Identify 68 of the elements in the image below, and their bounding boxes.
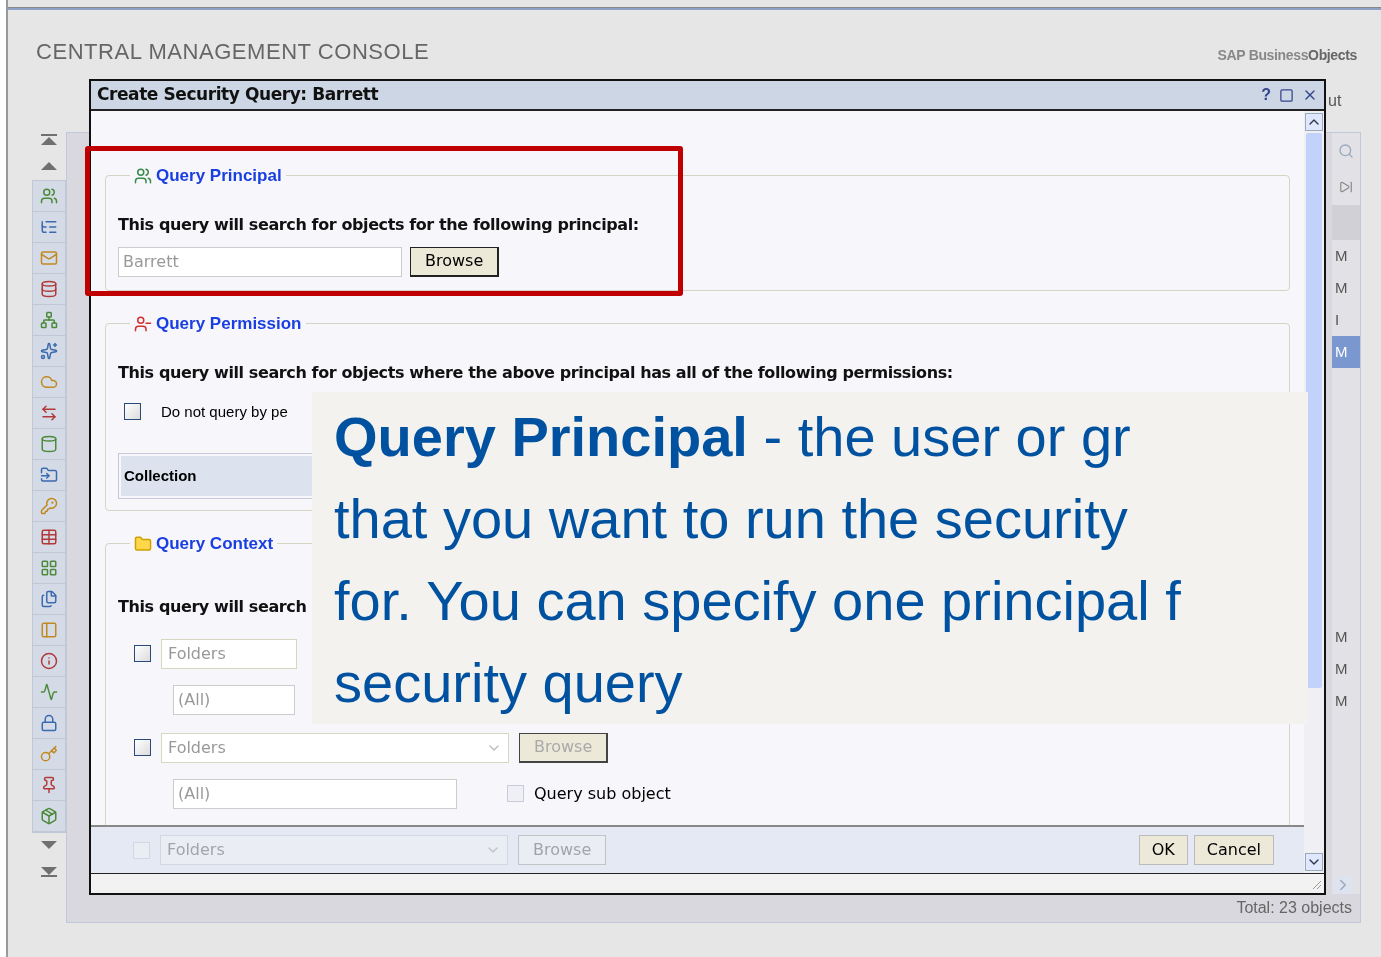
table-cell-text: M — [1334, 658, 1349, 679]
path-field[interactable]: (All) — [173, 778, 457, 809]
type-dropdown[interactable]: Folders — [161, 638, 297, 669]
table-cell-text: M — [1334, 277, 1349, 298]
dialog-button[interactable]: Cancel — [1193, 835, 1274, 865]
principal-field[interactable]: Barrett — [118, 246, 402, 277]
top-arrow-icon[interactable] — [40, 134, 58, 146]
dialog-button[interactable]: OK — [1138, 835, 1188, 865]
section-title: Query Permission — [156, 313, 302, 335]
app-title: CENTRAL MANAGEMENT CONSOLE — [36, 38, 430, 66]
network-icon[interactable] — [40, 311, 58, 329]
section-title: Query Context — [156, 533, 274, 555]
checkbox[interactable] — [134, 739, 151, 756]
list-icon[interactable] — [40, 218, 58, 236]
key-icon[interactable] — [40, 745, 58, 763]
prompt-text: This query will search for objects for the following principal: — [118, 213, 640, 236]
folder-icon — [134, 534, 152, 553]
files-icon[interactable] — [40, 590, 58, 608]
logo: SAP BusinessObjects — [1217, 46, 1357, 65]
prompt-text: This query will search — [118, 595, 307, 618]
checkbox-label: Query sub object — [534, 782, 671, 805]
lock-icon[interactable] — [40, 714, 58, 732]
up-arrow-icon[interactable] — [40, 160, 58, 172]
panel-icon[interactable] — [40, 621, 58, 639]
grid-icon[interactable] — [40, 559, 58, 577]
info-icon[interactable] — [40, 652, 58, 670]
key-icon[interactable] — [40, 497, 58, 515]
table-cell-text: M — [1334, 690, 1349, 711]
cylinder-icon[interactable] — [40, 435, 58, 453]
envelope-icon[interactable] — [40, 249, 58, 267]
scroll-down-icon[interactable] — [1305, 853, 1323, 871]
last-page-icon[interactable] — [1339, 179, 1353, 194]
table-cell-text: M — [1334, 626, 1349, 647]
pin-icon[interactable] — [40, 776, 58, 794]
status-text: Total: 23 objects — [1236, 898, 1352, 918]
header-link[interactable]: ut — [1328, 89, 1342, 113]
caption-text: security query — [334, 650, 684, 716]
prompt-text: This query will search for objects where the above principal has all of the following permissions: — [118, 361, 954, 384]
checkbox[interactable] — [134, 645, 151, 662]
maximize-icon[interactable] — [1279, 87, 1294, 103]
dialog-title: Create Security Query: Barrett — [97, 83, 379, 107]
down-arrow-icon[interactable] — [40, 839, 58, 851]
cloud-icon[interactable] — [40, 373, 58, 391]
help-button[interactable]: ? — [1261, 83, 1271, 107]
scrollbar-thumb[interactable] — [1306, 133, 1322, 688]
package-icon[interactable] — [40, 807, 58, 825]
arrows-icon[interactable] — [40, 404, 58, 422]
table-cell: M — [1332, 336, 1360, 368]
sparkle-icon[interactable] — [40, 342, 58, 360]
user-minus-icon — [134, 314, 152, 333]
browse-button[interactable]: Browse — [410, 246, 500, 277]
users-icon[interactable] — [40, 187, 58, 205]
table-cell-text: M — [1334, 245, 1349, 266]
chart-icon[interactable] — [40, 683, 58, 701]
path-field[interactable]: (All) — [173, 684, 295, 715]
users-icon — [134, 166, 152, 185]
checkbox[interactable] — [124, 403, 141, 421]
table-cell-text: I — [1334, 309, 1341, 330]
section-title: Query Principal — [156, 165, 282, 187]
caption-text: for. You can specify one principal f — [334, 568, 1182, 634]
scroll-up-icon[interactable] — [1305, 113, 1323, 131]
checkbox-label: Do not query by pe — [161, 401, 288, 422]
type-dropdown[interactable]: Folders — [161, 732, 509, 763]
browse-button[interactable]: Browse — [519, 732, 609, 763]
folder-icon[interactable] — [40, 466, 58, 484]
grid-icon[interactable] — [40, 528, 58, 546]
database-icon[interactable] — [40, 280, 58, 298]
bottom-arrow-icon[interactable] — [40, 865, 58, 877]
